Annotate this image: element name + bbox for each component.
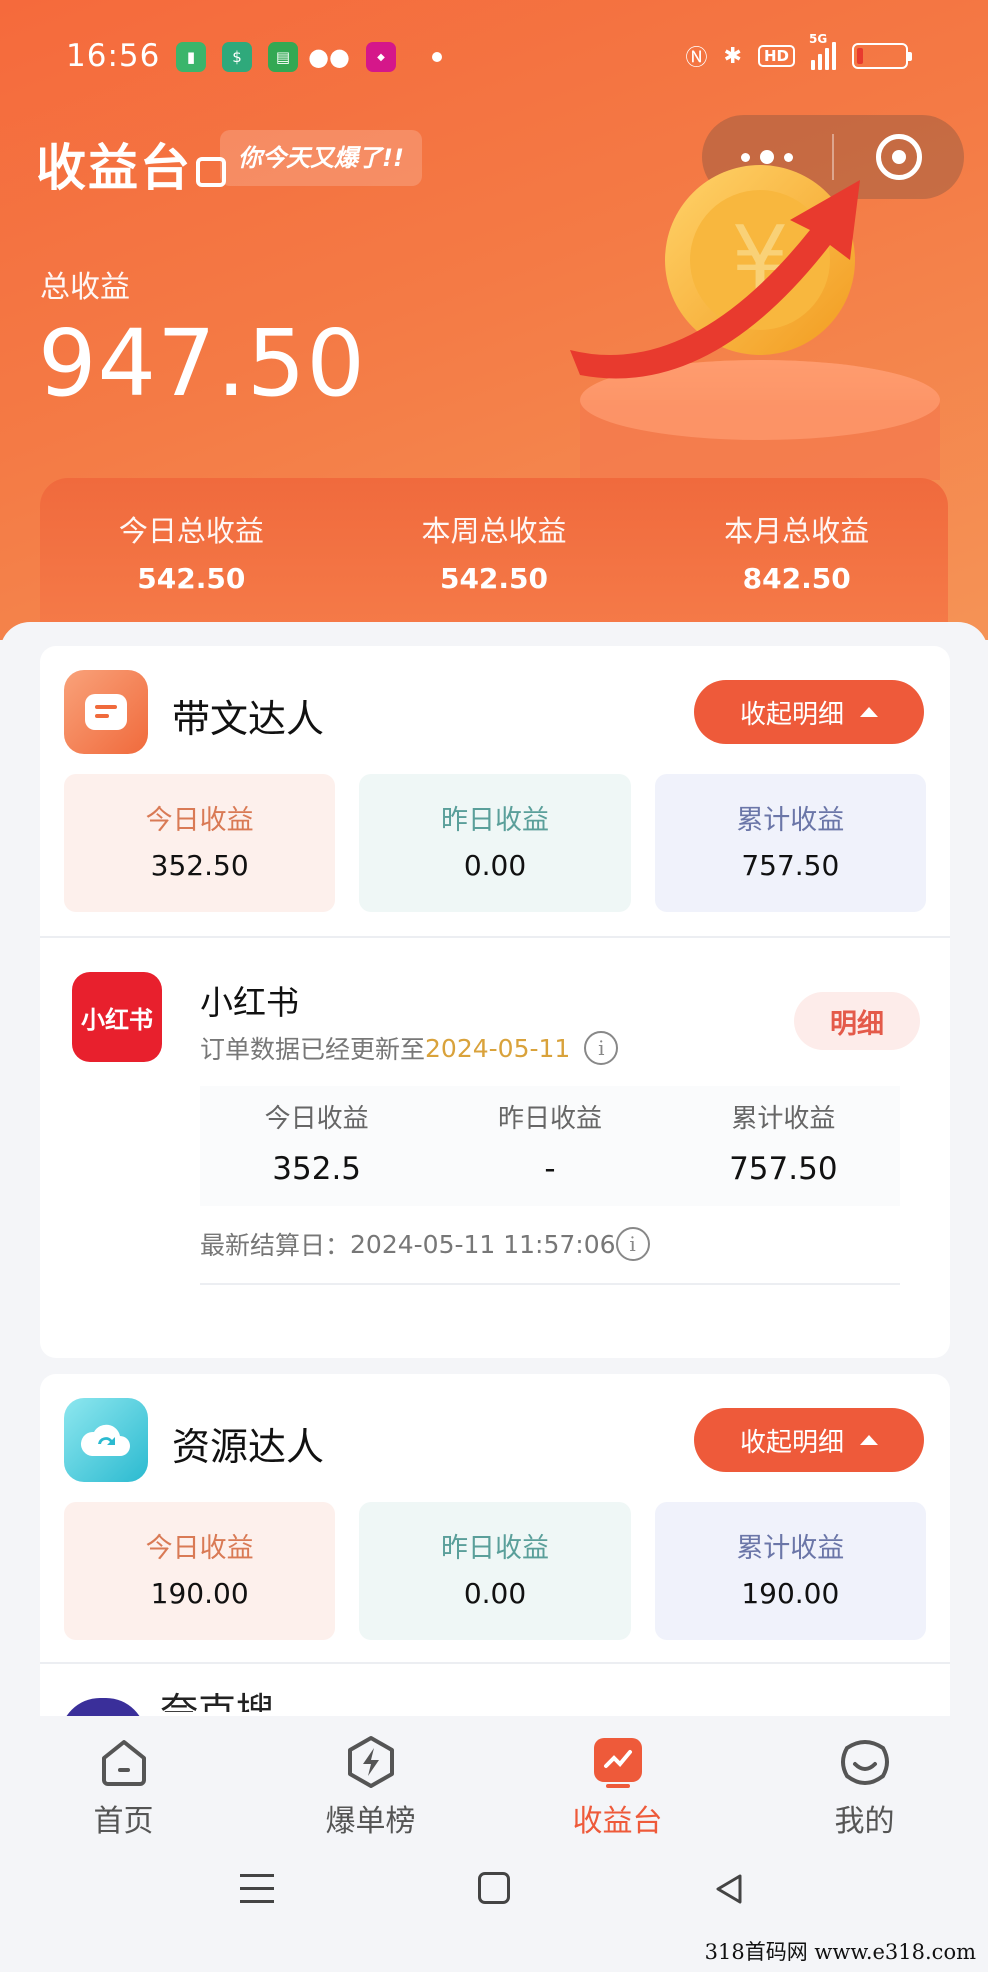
battery-level [857, 48, 863, 64]
lightning-icon [343, 1734, 399, 1790]
total-earnings-value: 947.50 [38, 310, 366, 417]
summary-today: 今日总收益 542.50 [40, 478, 343, 628]
message-app-icon: ▤ [268, 42, 298, 72]
summary-label: 本月总收益 [724, 514, 870, 548]
tab-home[interactable]: 首页 [0, 1716, 247, 1846]
card-ziyuan: 资源达人 收起明细 今日收益 190.00 昨日收益 0.00 累计收益 190… [40, 1374, 950, 1722]
caret-up-icon [860, 1435, 878, 1445]
earnings-summary: 今日总收益 542.50 本周总收益 542.50 本月总收益 842.50 [40, 478, 948, 628]
caret-up-icon [860, 707, 878, 717]
platform-stats: 今日收益 352.5 昨日收益 - 累计收益 757.50 [200, 1086, 900, 1206]
total-earnings-label: 总收益 [40, 270, 130, 305]
stat-cumulative: 累计收益 190.00 [654, 1502, 926, 1640]
summary-label: 本周总收益 [421, 514, 567, 548]
platform-row-xiaohongshu: 小红书 小红书 订单数据已经更新至 2024-05-11 i 明细 今日收益 35… [40, 938, 950, 1358]
card-header: 资源达人 收起明细 [64, 1398, 924, 1482]
settlement-date: 最新结算日： 2024-05-11 11:57:06 i [200, 1226, 650, 1262]
stat-today: 今日收益 352.5 [264, 1104, 369, 1187]
slogan-badge: 你今天又爆了!! [220, 130, 422, 186]
stat-yesterday: 昨日收益 0.00 [359, 1502, 631, 1640]
stat-row: 今日收益 352.50 昨日收益 0.00 累计收益 757.50 [64, 774, 926, 912]
summary-label: 今日总收益 [118, 514, 264, 548]
back-icon[interactable] [712, 1872, 746, 1910]
info-icon[interactable]: i [615, 1227, 650, 1261]
hero-header: 16:56 ▮ $ ▤ ●● ◆ Ⓝ ✱ HD 5G 收益台 你今天又爆了!! [0, 0, 988, 640]
tab-hot-list[interactable]: 爆单榜 [247, 1716, 494, 1846]
store-app-icon: ◆ [366, 42, 396, 72]
tab-profile[interactable]: 我的 [741, 1716, 988, 1846]
xiaohongshu-logo: 小红书 [72, 972, 162, 1062]
earnings-content: 带文达人 收起明细 今日收益 352.50 昨日收益 0.00 累计收益 757… [0, 622, 988, 1722]
card-title: 带文达人 [172, 697, 325, 741]
info-icon[interactable]: i [584, 1031, 619, 1065]
notification-dot [432, 52, 442, 62]
home-icon [96, 1734, 152, 1790]
hd-badge: HD [757, 45, 795, 67]
stat-yesterday: 昨日收益 0.00 [359, 774, 631, 912]
detail-button[interactable]: 明细 [794, 992, 920, 1050]
network-label: 5G [809, 32, 828, 46]
coin-illustration: ¥ [570, 165, 940, 480]
summary-value: 842.50 [742, 562, 851, 595]
summary-month: 本月总收益 842.50 [645, 478, 948, 628]
tab-earnings[interactable]: 收益台 [494, 1716, 741, 1846]
update-status: 订单数据已经更新至 2024-05-11 i [200, 1030, 619, 1066]
platform-name: 小红书 [200, 983, 299, 1022]
stat-today: 今日收益 190.00 [64, 1502, 336, 1640]
cloud-sync-icon [64, 1398, 148, 1482]
card-title: 资源达人 [172, 1425, 325, 1469]
wechat-icon: ●● [308, 43, 350, 71]
summary-value: 542.50 [439, 562, 549, 595]
stat-cumulative: 累计收益 757.50 [729, 1104, 838, 1187]
summary-value: 542.50 [137, 562, 246, 595]
battery-icon [852, 43, 912, 69]
battery-app-icon: ▮ [176, 42, 206, 72]
stat-today: 今日收益 352.50 [64, 774, 336, 912]
card-daiwen: 带文达人 收起明细 今日收益 352.50 昨日收益 0.00 累计收益 757… [40, 646, 950, 1358]
stat-row: 今日收益 190.00 昨日收益 0.00 累计收益 190.00 [64, 1502, 926, 1640]
system-navigation-bar: 318首码网 www.e318.com [0, 1846, 988, 1972]
update-date: 2024-05-11 [425, 1033, 571, 1063]
stat-cumulative: 累计收益 757.50 [654, 774, 926, 912]
home-square-icon[interactable] [478, 1872, 510, 1904]
partial-platform-name: 夸克搜索 [160, 1690, 275, 1712]
stat-yesterday: 昨日收益 - [497, 1104, 602, 1187]
earnings-icon [590, 1734, 646, 1790]
document-app-icon [64, 670, 148, 754]
signal-icon: 5G [809, 32, 836, 70]
money-app-icon: $ [222, 42, 252, 72]
status-time: 16:56 [66, 38, 161, 74]
page-title: 收益台 [36, 128, 226, 200]
watermark: 318首码网 www.e318.com [704, 1940, 976, 1964]
menu-icon[interactable] [240, 1874, 274, 1913]
bottom-tab-bar: 首页 爆单榜 收益台 我的 [0, 1716, 988, 1846]
status-bar: 16:56 ▮ $ ▤ ●● ◆ Ⓝ ✱ HD 5G [0, 0, 988, 118]
collapse-details-button[interactable]: 收起明细 [694, 680, 924, 744]
bluetooth-icon: ✱ [723, 43, 742, 69]
profile-icon [837, 1734, 893, 1790]
nfc-icon: Ⓝ [685, 46, 708, 71]
card-header: 带文达人 收起明细 [64, 670, 924, 754]
collapse-details-button[interactable]: 收起明细 [694, 1408, 924, 1472]
summary-week: 本周总收益 542.50 [343, 478, 646, 628]
